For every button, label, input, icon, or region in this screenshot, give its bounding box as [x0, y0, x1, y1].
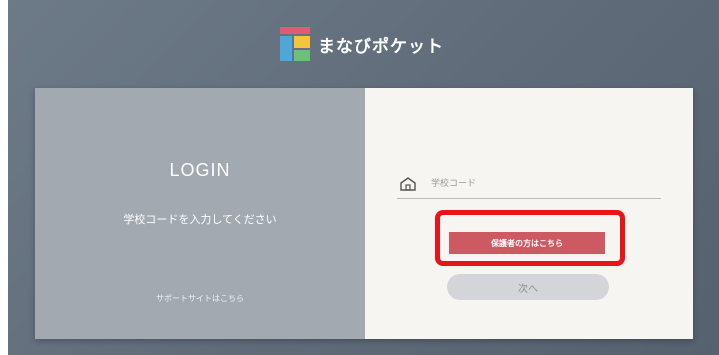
school-building-icon	[400, 177, 416, 191]
app-background: まなびポケット LOGIN 学校コードを入力してください サポートサイトはこちら…	[8, 0, 719, 355]
login-title: LOGIN	[169, 160, 231, 180]
login-instruction: 学校コードを入力してください	[123, 213, 277, 226]
next-button[interactable]: 次へ	[447, 274, 609, 300]
brand-header: まなびポケット	[280, 24, 444, 64]
school-code-input[interactable]	[429, 178, 653, 190]
login-info-panel: LOGIN 学校コードを入力してください サポートサイトはこちら	[35, 88, 365, 339]
school-code-field	[397, 170, 661, 199]
guardian-login-button[interactable]: 保護者の方はこちら	[449, 232, 605, 254]
brand-name: まなびポケット	[318, 36, 444, 57]
manabi-pocket-logo-icon	[280, 27, 310, 61]
support-site-link[interactable]: サポートサイトはこちら	[35, 293, 365, 304]
login-form-panel: 保護者の方はこちら 次へ	[365, 88, 693, 339]
login-card: LOGIN 学校コードを入力してください サポートサイトはこちら 保護者の方はこ…	[35, 88, 693, 339]
